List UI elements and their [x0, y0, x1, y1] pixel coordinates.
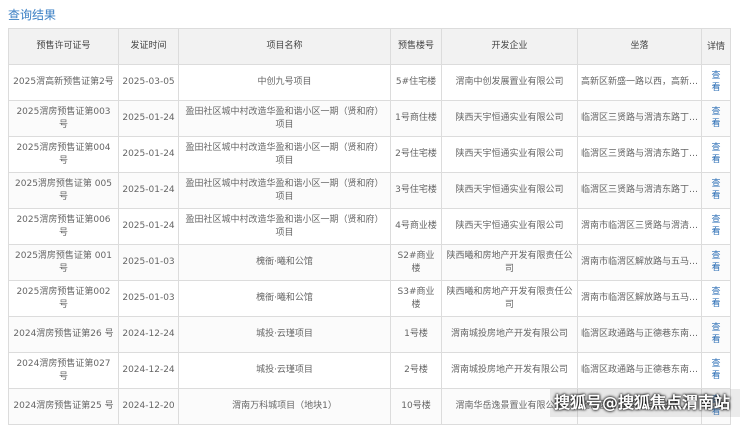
cell-details: 查看 [701, 136, 731, 173]
cell-project-name: 盈田社区城中村改造华盈和谐小区一期（贤和府）项目 [178, 208, 391, 245]
cell-project-name: 渭南万科城项目（地块1） [178, 388, 391, 425]
results-table: 预售许可证号 发证时间 项目名称 预售楼号 开发企业 坐落 详情 2025渭高新… [8, 28, 731, 425]
cell-project-name: 城投·云瑾项目 [178, 316, 391, 353]
view-details-link[interactable]: 查看 [711, 142, 721, 166]
view-details-link[interactable]: 查看 [711, 250, 721, 274]
cell-building-no: 1号商住楼 [390, 100, 442, 137]
view-details-link[interactable]: 查看 [711, 322, 721, 346]
table-row: 2024渭房预售证第027 号 2024-12-24 城投·云瑾项目 2号楼 渭南城投房… [8, 352, 731, 389]
cell-location: 渭南市临渭区解放路与五马… [577, 244, 702, 281]
table-row: 2025渭房预售证第003号 2025-01-24 盈田社区城中村改造华盈和谐小区一… [8, 100, 731, 137]
cell-issue-date: 2025-01-24 [118, 208, 179, 245]
view-details-link[interactable]: 查看 [711, 214, 721, 238]
cell-developer: 陕西曦和房地产开发有限责任公司 [441, 244, 578, 281]
watermark: 搜狐号@搜狐焦点渭南站 [553, 393, 730, 412]
cell-building-no: 3号住宅楼 [390, 172, 442, 209]
cell-details: 查看 [701, 244, 731, 281]
cell-issue-date: 2025-01-24 [118, 100, 179, 137]
cell-details: 查看 [701, 100, 731, 137]
cell-location: 高新区新盛一路以西，高新… [577, 64, 702, 101]
cell-issue-date: 2025-03-05 [118, 64, 179, 101]
cell-building-no: 2号楼 [390, 352, 442, 389]
cell-building-no: 4号商业楼 [390, 208, 442, 245]
cell-developer: 陕西天宇恒通实业有限公司 [441, 208, 578, 245]
cell-permit-no: 2025渭房预售证第 001号 [8, 244, 119, 281]
cell-details: 查看 [701, 208, 731, 245]
cell-issue-date: 2024-12-20 [118, 388, 179, 425]
header-project-name: 项目名称 [178, 28, 391, 65]
cell-building-no: 10号楼 [390, 388, 442, 425]
cell-building-no: S2#商业楼 [390, 244, 442, 281]
table-row: 2025渭房预售证第002 号 2025-01-03 槐衙·曦和公馆 S3#商业楼 陕西… [8, 280, 731, 317]
cell-details: 查看 [701, 64, 731, 101]
cell-building-no: 1号楼 [390, 316, 442, 353]
view-details-link[interactable]: 查看 [711, 358, 721, 382]
cell-project-name: 城投·云瑾项目 [178, 352, 391, 389]
cell-developer: 陕西曦和房地产开发有限责任公司 [441, 280, 578, 317]
table-row: 2024渭房预售证第26 号 2024-12-24 城投·云瑾项目 1号楼 渭南城投房地… [8, 316, 731, 353]
table-row: 2025渭房预售证第 001号 2025-01-03 槐衙·曦和公馆 S2#商业楼 陕西… [8, 244, 731, 281]
table-header-row: 预售许可证号 发证时间 项目名称 预售楼号 开发企业 坐落 详情 [8, 28, 731, 65]
cell-project-name: 中创九号项目 [178, 64, 391, 101]
cell-project-name: 槐衙·曦和公馆 [178, 244, 391, 281]
cell-location: 临渭区政通路与正德巷东南… [577, 352, 702, 389]
cell-permit-no: 2025渭房预售证第006 号 [8, 208, 119, 245]
cell-details: 查看 [701, 352, 731, 389]
cell-location: 渭南市临渭区解放路与五马… [577, 280, 702, 317]
header-building-no: 预售楼号 [390, 28, 442, 65]
cell-details: 查看 [701, 172, 731, 209]
cell-developer: 陕西天宇恒通实业有限公司 [441, 100, 578, 137]
cell-issue-date: 2024-12-24 [118, 316, 179, 353]
cell-permit-no: 2025渭房预售证第 005号 [8, 172, 119, 209]
cell-permit-no: 2024渭房预售证第26 号 [8, 316, 119, 353]
cell-project-name: 槐衙·曦和公馆 [178, 280, 391, 317]
table-row: 2025渭房预售证第006 号 2025-01-24 盈田社区城中村改造华盈和谐小区… [8, 208, 731, 245]
table-row: 2025渭房预售证第004 号 2025-01-24 盈田社区城中村改造华盈和谐小区… [8, 136, 731, 173]
cell-location: 临渭区三贤路与渭清东路丁… [577, 136, 702, 173]
cell-permit-no: 2025渭房预售证第004 号 [8, 136, 119, 173]
header-location: 坐落 [577, 28, 702, 65]
view-details-link[interactable]: 查看 [711, 178, 721, 202]
cell-project-name: 盈田社区城中村改造华盈和谐小区一期（贤和府）项目 [178, 100, 391, 137]
cell-permit-no: 2024渭房预售证第027 号 [8, 352, 119, 389]
table-row: 2025渭房预售证第 005号 2025-01-24 盈田社区城中村改造华盈和谐小区… [8, 172, 731, 209]
cell-details: 查看 [701, 280, 731, 317]
cell-permit-no: 2024渭房预售证第25 号 [8, 388, 119, 425]
cell-issue-date: 2025-01-03 [118, 280, 179, 317]
cell-building-no: 2号住宅楼 [390, 136, 442, 173]
cell-permit-no: 2025渭高新预售证第2号 [8, 64, 119, 101]
cell-developer: 渭南中创发展置业有限公司 [441, 64, 578, 101]
cell-issue-date: 2025-01-24 [118, 136, 179, 173]
cell-building-no: S3#商业楼 [390, 280, 442, 317]
view-details-link[interactable]: 查看 [711, 286, 721, 310]
view-details-link[interactable]: 查看 [711, 106, 721, 130]
cell-issue-date: 2025-01-03 [118, 244, 179, 281]
header-details: 详情 [701, 28, 731, 65]
cell-issue-date: 2025-01-24 [118, 172, 179, 209]
cell-details: 查看 [701, 316, 731, 353]
cell-permit-no: 2025渭房预售证第003号 [8, 100, 119, 137]
header-developer: 开发企业 [441, 28, 578, 65]
cell-developer: 陕西天宇恒通实业有限公司 [441, 136, 578, 173]
header-issue-date: 发证时间 [118, 28, 179, 65]
cell-developer: 陕西天宇恒通实业有限公司 [441, 172, 578, 209]
view-details-link[interactable]: 查看 [711, 70, 721, 94]
cell-location: 临渭区三贤路与渭清东路丁… [577, 100, 702, 137]
cell-developer: 渭南城投房地产开发有限公司 [441, 352, 578, 389]
cell-location: 渭南市临渭区三贤路与渭清… [577, 208, 702, 245]
cell-permit-no: 2025渭房预售证第002 号 [8, 280, 119, 317]
cell-building-no: 5#住宅楼 [390, 64, 442, 101]
table-row: 2025渭高新预售证第2号 2025-03-05 中创九号项目 5#住宅楼 渭南中创发展… [8, 64, 731, 101]
cell-location: 临渭区三贤路与渭清东路丁… [577, 172, 702, 209]
page-title: 查询结果 [8, 8, 57, 22]
cell-project-name: 盈田社区城中村改造华盈和谐小区一期（贤和府）项目 [178, 136, 391, 173]
cell-developer: 渭南城投房地产开发有限公司 [441, 316, 578, 353]
header-permit-no: 预售许可证号 [8, 28, 119, 65]
cell-project-name: 盈田社区城中村改造华盈和谐小区一期（贤和府）项目 [178, 172, 391, 209]
cell-issue-date: 2024-12-24 [118, 352, 179, 389]
cell-location: 临渭区政通路与正德巷东南… [577, 316, 702, 353]
